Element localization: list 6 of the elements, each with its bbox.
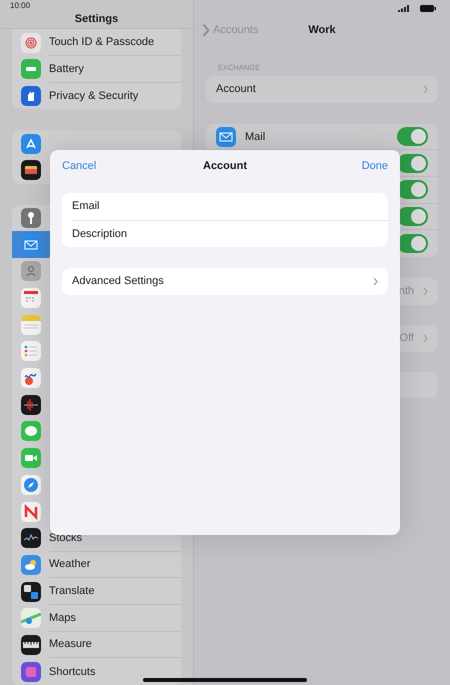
status-time: 10:00 bbox=[10, 0, 30, 10]
row-value: Off bbox=[400, 332, 414, 344]
sheet-title: Account bbox=[203, 160, 247, 172]
toggle-label: Mail bbox=[245, 130, 266, 143]
sidebar-title: Settings bbox=[74, 13, 118, 26]
page-title: Work bbox=[308, 24, 336, 36]
